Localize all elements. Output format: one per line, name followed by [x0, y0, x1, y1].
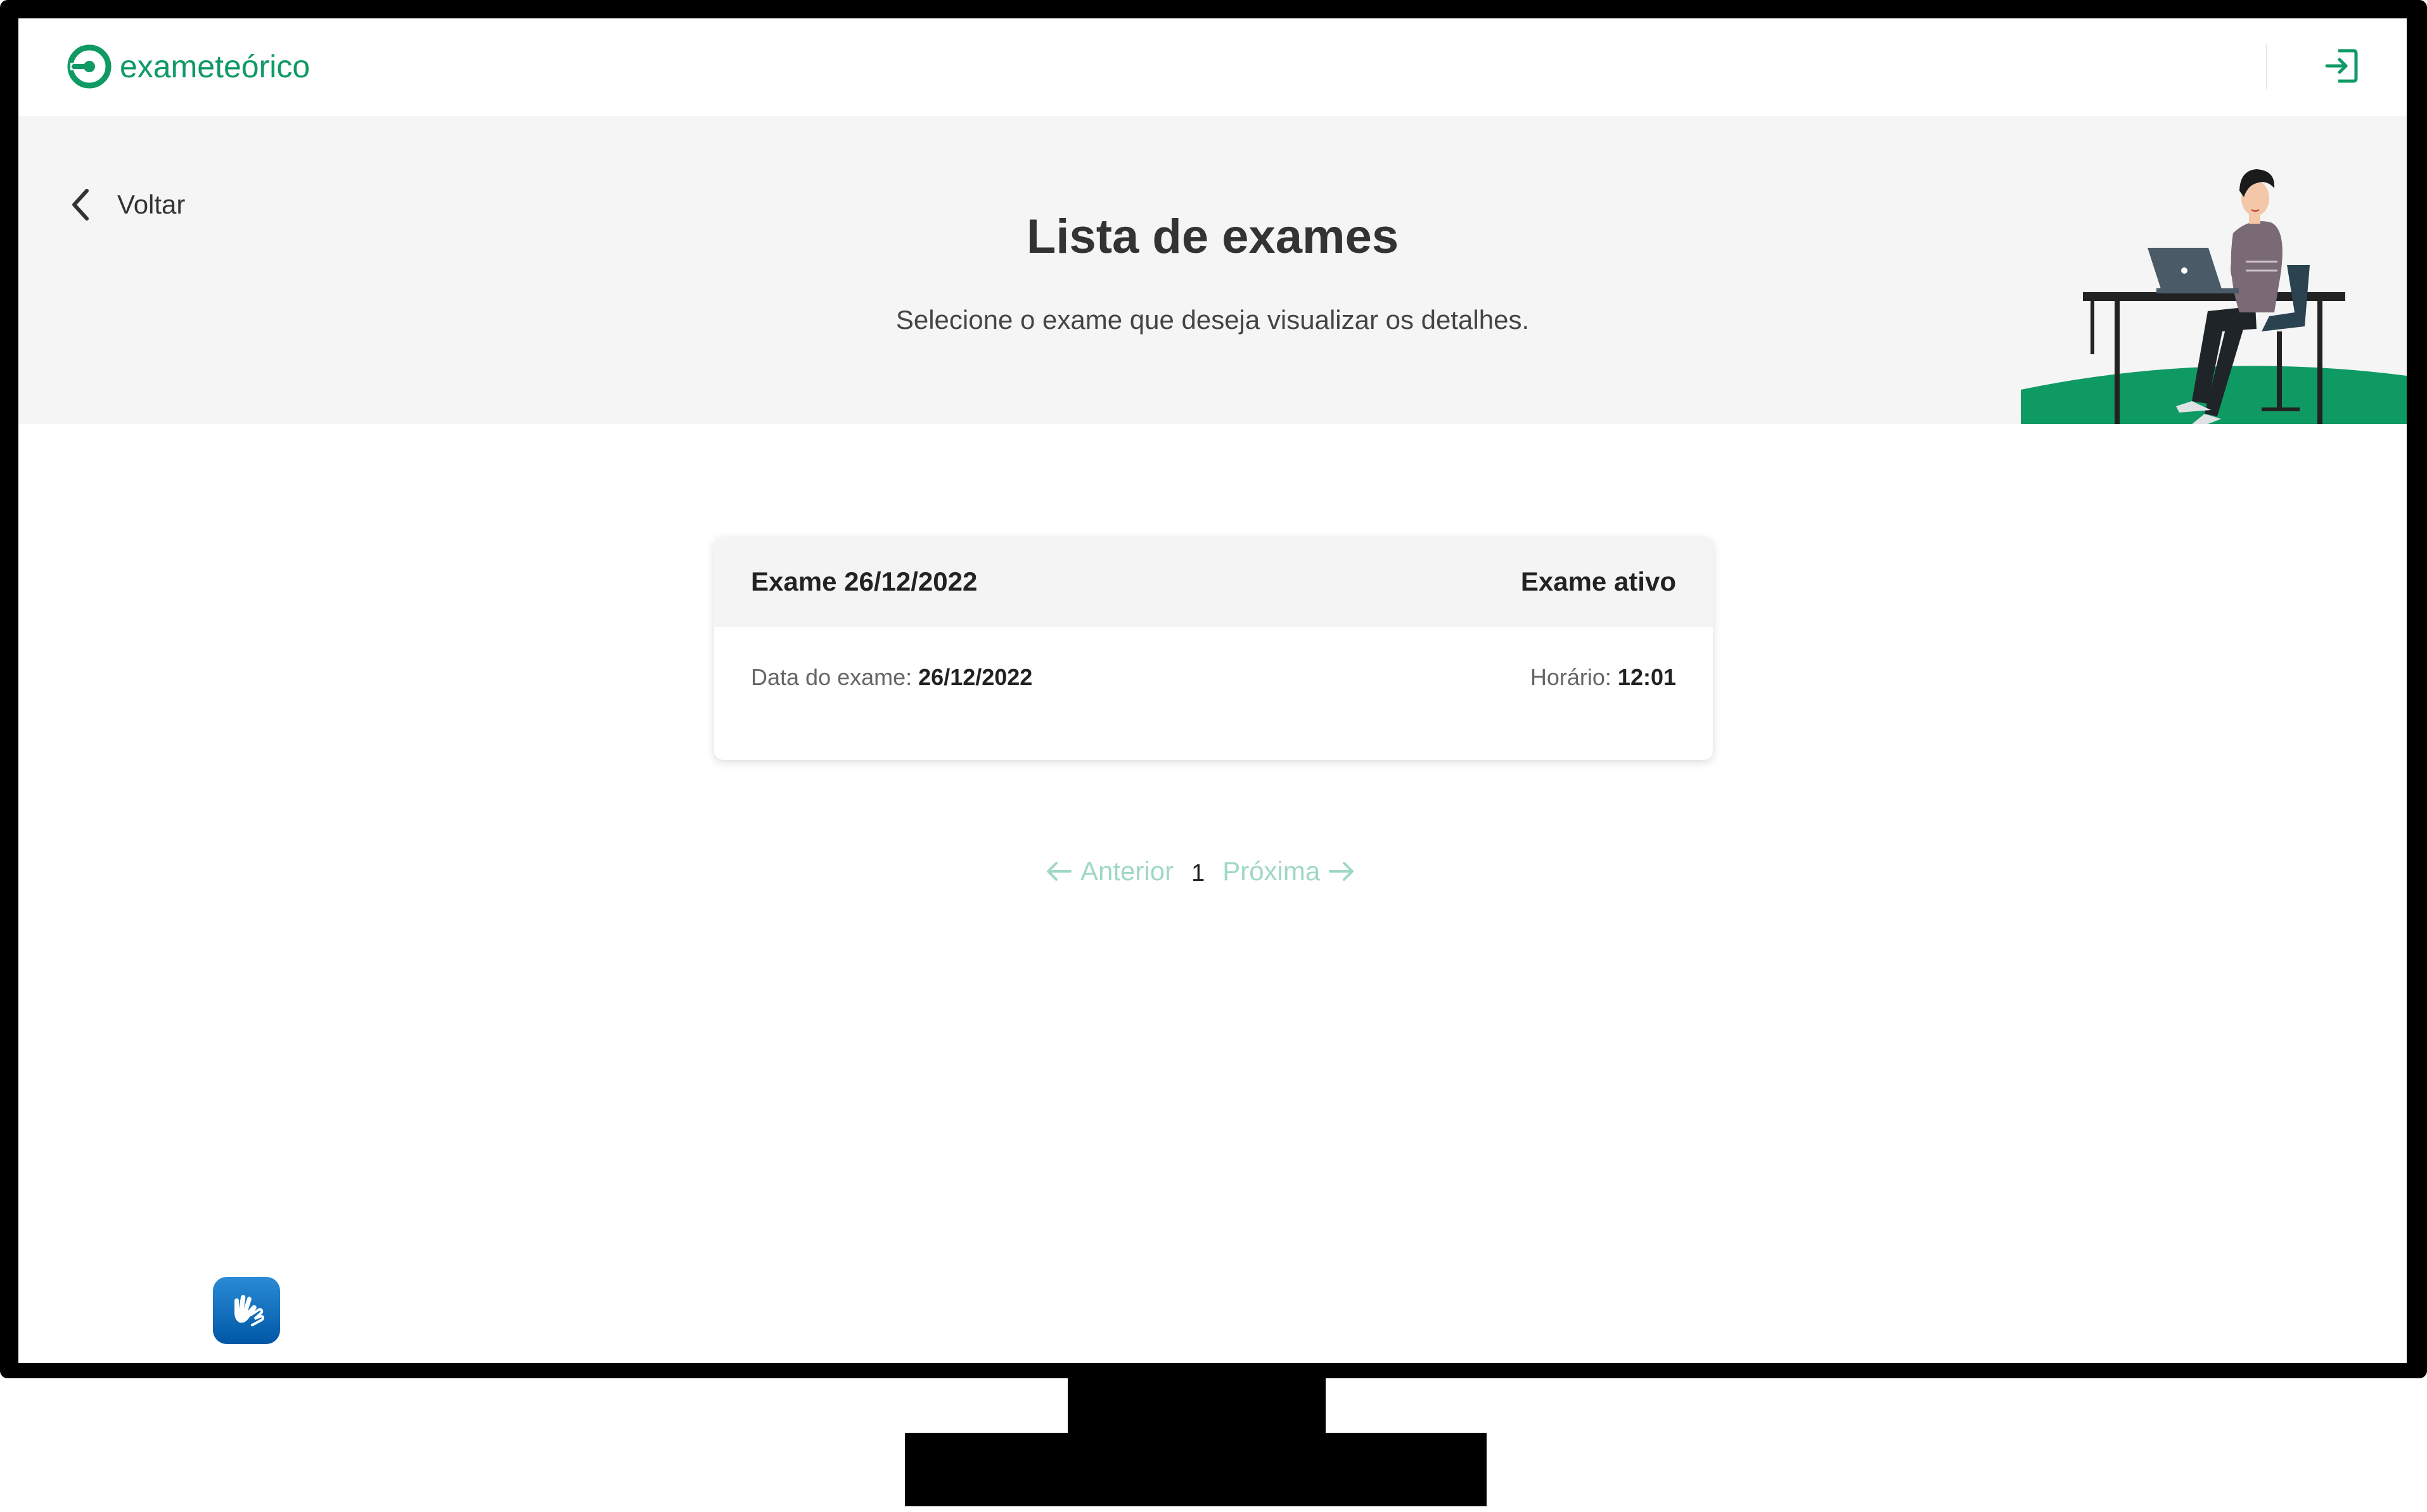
exam-time-value: 12:01	[1617, 664, 1676, 690]
page-header: Voltar Lista de exames Selecione o exame…	[18, 116, 2407, 424]
previous-page-button[interactable]: Anterior	[1045, 856, 1174, 887]
logout-icon	[2325, 49, 2358, 83]
monitor-frame: exameteórico Voltar Lista de exames Sele…	[0, 0, 2427, 1378]
brand-logo[interactable]: exameteórico	[65, 41, 310, 92]
monitor-stand-neck	[1068, 1372, 1326, 1435]
arrow-left-icon	[1047, 861, 1072, 881]
exam-card-header: Exame 26/12/2022 Exame ativo	[714, 537, 1713, 627]
screen: exameteórico Voltar Lista de exames Sele…	[18, 18, 2407, 1363]
brand-name: exameteórico	[120, 49, 311, 84]
arrow-right-icon	[1329, 861, 1354, 881]
exam-title: Exame 26/12/2022	[751, 567, 978, 596]
person-at-laptop-illustration	[2021, 169, 2407, 424]
header-divider	[2266, 44, 2267, 89]
brand-logo-icon	[67, 44, 112, 89]
exam-time-label: Horário:	[1530, 664, 1618, 690]
sign-language-icon	[234, 1295, 265, 1326]
exam-date-value: 26/12/2022	[918, 664, 1033, 690]
exam-status: Exame ativo	[1520, 567, 1676, 596]
exam-date-label: Data do exame:	[751, 664, 919, 690]
previous-label: Anterior	[1080, 855, 1174, 886]
next-label: Próxima	[1222, 855, 1321, 886]
pagination: Anterior 1 Próxima	[1045, 855, 1355, 887]
exam-date: Data do exame: 26/12/2022	[751, 664, 1032, 691]
exam-time: Horário: 12:01	[1530, 664, 1676, 691]
exam-card-body: Data do exame: 26/12/2022 Horário: 12:01	[714, 627, 1713, 728]
top-bar: exameteórico	[18, 18, 2407, 116]
sign-language-button[interactable]	[213, 1277, 280, 1344]
monitor-stand-base	[905, 1433, 1487, 1506]
current-page-number[interactable]: 1	[1191, 860, 1205, 887]
exam-card[interactable]: Exame 26/12/2022 Exame ativo Data do exa…	[714, 537, 1713, 760]
next-page-button[interactable]: Próxima	[1222, 856, 1355, 887]
logout-button[interactable]	[2319, 44, 2363, 88]
